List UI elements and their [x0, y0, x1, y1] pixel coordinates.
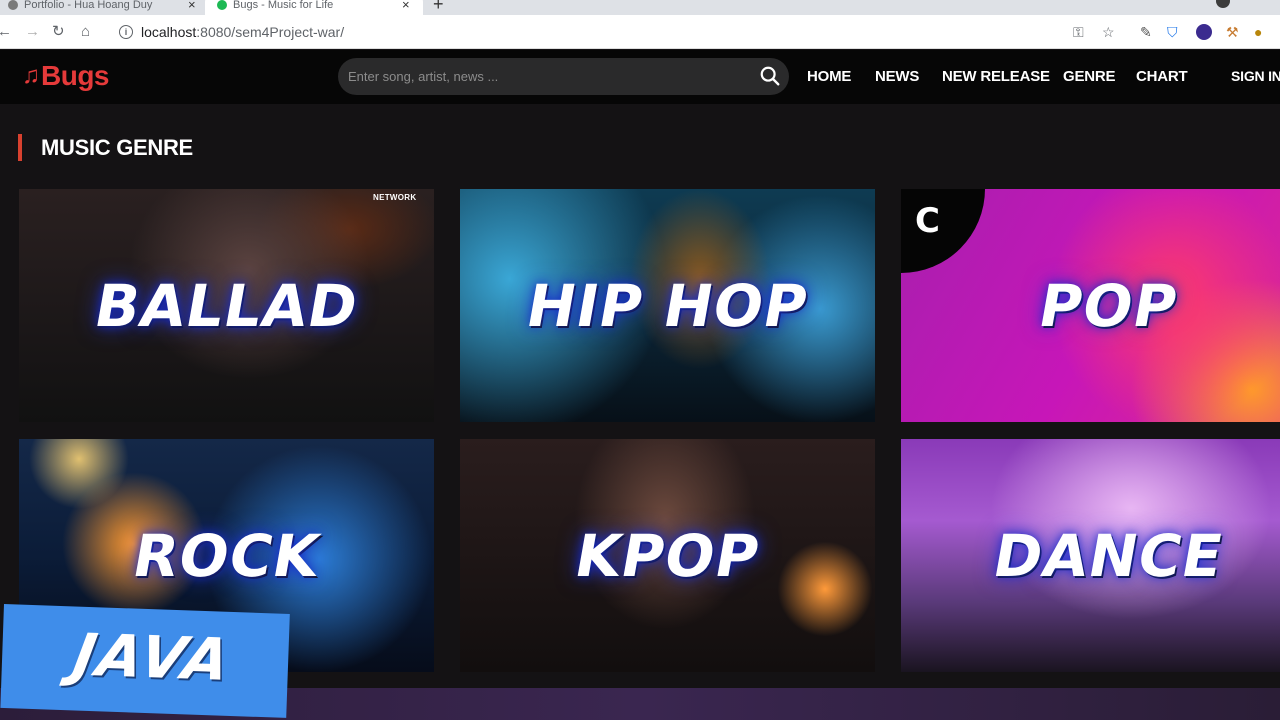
extension-tool-icon[interactable]: ⚒: [1226, 24, 1239, 40]
site-header: ♫ Bugs HOME NEWS NEW RELEASE GENRE CHART…: [0, 50, 1280, 104]
java-banner: JAVA: [0, 604, 290, 718]
star-icon[interactable]: ☆: [1102, 24, 1115, 40]
genre-card-pop[interactable]: C POP: [901, 189, 1280, 422]
close-icon[interactable]: ×: [188, 0, 196, 12]
arrow-right-icon[interactable]: →: [25, 23, 40, 41]
music-note-icon: ♫: [22, 62, 40, 89]
extension-shield-icon[interactable]: ⛉: [1167, 24, 1178, 40]
section-heading: MUSIC GENRE: [18, 134, 193, 161]
browser-tab-portfolio[interactable]: Portfolio - Hua Hoang Duy ×: [8, 0, 204, 15]
extension-cookie-icon[interactable]: ●: [1254, 24, 1262, 40]
genre-card-hip-hop[interactable]: HIP HOP: [460, 189, 875, 422]
genre-card-ballad[interactable]: NETWORK BALLAD: [19, 189, 434, 422]
url-path: :8080/sem4Project-war/: [196, 24, 345, 40]
genre-label: DANCE: [988, 521, 1229, 590]
favicon-icon: [217, 0, 227, 10]
extension-pen-icon[interactable]: ✎: [1140, 24, 1152, 40]
search-icon[interactable]: [759, 65, 781, 87]
browser-tab-bar: Portfolio - Hua Hoang Duy × Bugs - Music…: [0, 0, 1280, 15]
tab-title: Portfolio - Hua Hoang Duy: [24, 0, 153, 11]
banner-text: JAVA: [68, 620, 237, 694]
heading-accent-bar: [18, 134, 22, 161]
reload-icon[interactable]: ↻: [52, 23, 65, 41]
nav-news[interactable]: NEWS: [875, 68, 919, 85]
nav-home[interactable]: HOME: [807, 68, 851, 85]
profile-avatar[interactable]: [1216, 0, 1230, 8]
genre-card-dance[interactable]: DANCE: [901, 439, 1280, 672]
search-box: [338, 58, 789, 95]
info-icon[interactable]: i: [119, 25, 133, 39]
sign-in-link[interactable]: SIGN IN: [1231, 68, 1280, 84]
globe-icon: [8, 0, 18, 10]
new-tab-plus-icon[interactable]: +: [433, 0, 444, 15]
url-host: localhost: [141, 24, 197, 40]
tab-title: Bugs - Music for Life: [233, 0, 334, 11]
page-title: MUSIC GENRE: [41, 134, 193, 160]
url-text[interactable]: localhost:8080/sem4Project-war/: [141, 24, 344, 40]
corner-logo: C: [901, 189, 985, 273]
key-icon[interactable]: ⚿: [1073, 24, 1084, 40]
arrow-left-icon[interactable]: ←: [0, 23, 12, 41]
network-badge: NETWORK: [373, 193, 417, 202]
extension-cube-icon[interactable]: [1196, 24, 1212, 40]
genre-label: HIP HOP: [521, 271, 814, 340]
home-icon[interactable]: ⌂: [81, 23, 90, 41]
genre-label: ROCK: [127, 521, 326, 590]
genre-label: BALLAD: [89, 271, 364, 340]
channel-logo-icon: C: [915, 201, 940, 241]
browser-tab-bugs[interactable]: Bugs - Music for Life ×: [205, 0, 423, 15]
browser-toolbar: ← → ↻ ⌂ i localhost:8080/sem4Project-war…: [0, 15, 1280, 49]
nav-new-release[interactable]: NEW RELEASE: [942, 68, 1050, 85]
genre-label: POP: [1033, 271, 1184, 340]
site-logo[interactable]: ♫ Bugs: [22, 60, 110, 92]
close-icon[interactable]: ×: [402, 0, 410, 12]
search-input[interactable]: [348, 58, 748, 95]
logo-text: Bugs: [41, 60, 110, 91]
genre-card-kpop[interactable]: KPOP: [460, 439, 875, 672]
nav-chart[interactable]: CHART: [1136, 68, 1188, 85]
genre-label: KPOP: [569, 521, 766, 590]
address-bar[interactable]: i localhost:8080/sem4Project-war/: [108, 18, 1128, 46]
nav-genre[interactable]: GENRE: [1063, 68, 1116, 85]
